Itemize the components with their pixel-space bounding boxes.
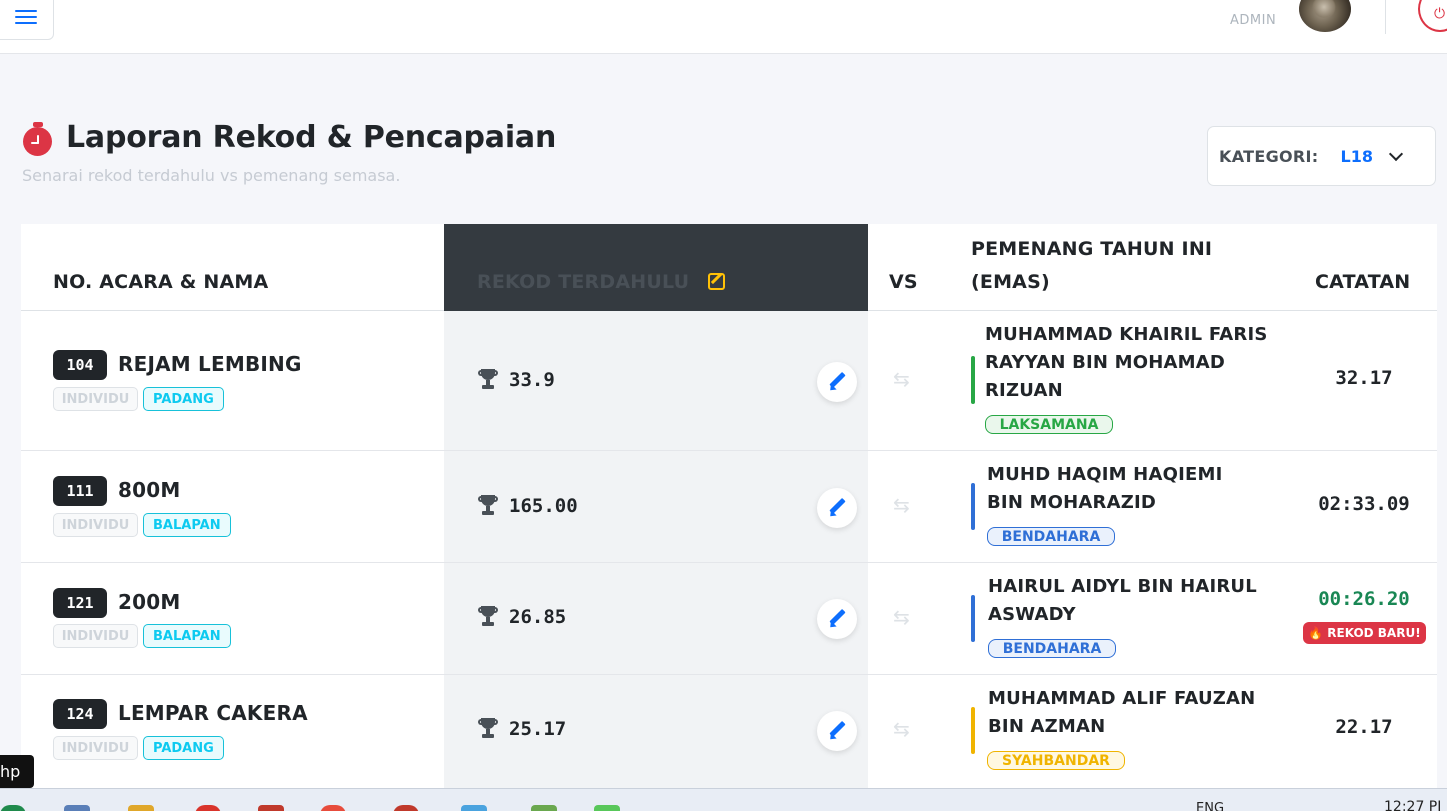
- column-header-vs: VS: [889, 271, 918, 293]
- table-row: 104 REJAM LEMBING INDIVIDU PADANG 33.9 ⇆…: [21, 311, 1437, 451]
- new-record-badge: 🔥 REKOD BARU!: [1303, 622, 1426, 644]
- exchange-icon: ⇆: [893, 605, 910, 629]
- edit-record-button[interactable]: [817, 599, 857, 639]
- edit-record-button[interactable]: [817, 362, 857, 402]
- team-color-bar: [971, 595, 975, 642]
- power-icon: ⏻: [1434, 6, 1446, 22]
- column-header-note: CATATAN: [1315, 271, 1411, 293]
- table-header: NO. ACARA & NAMA REKOD TERDAHULU VS PEME…: [21, 224, 1437, 311]
- edit-record-button[interactable]: [817, 488, 857, 528]
- edit-record-button[interactable]: [817, 711, 857, 751]
- team-badge: SYAHBANDAR: [987, 751, 1125, 770]
- page-heading: Laporan Rekod & Pencapaian: [66, 120, 557, 155]
- previous-record-value: 33.9: [509, 369, 555, 391]
- winner-name: MUHAMMAD ALIF FAUZAN BIN AZMAN: [988, 688, 1256, 737]
- category-badge: PADANG: [143, 387, 224, 411]
- clock[interactable]: 12:27 PI: [1384, 799, 1441, 811]
- record-cell: [444, 563, 868, 674]
- app-icon[interactable]: [594, 805, 620, 811]
- event-number-badge: 111: [53, 476, 107, 506]
- language-indicator[interactable]: ENG: [1196, 801, 1224, 811]
- type-badge: INDIVIDU: [53, 736, 138, 760]
- trophy-icon: [478, 606, 498, 628]
- team-badge: BENDAHARA: [988, 639, 1116, 658]
- app-icon[interactable]: [195, 805, 221, 811]
- winner-result: 00:26.20: [1318, 588, 1410, 610]
- records-table: NO. ACARA & NAMA REKOD TERDAHULU VS PEME…: [21, 224, 1437, 811]
- winner-result: 02:33.09: [1318, 493, 1410, 515]
- navbar-divider: [1385, 0, 1386, 34]
- type-badge: INDIVIDU: [53, 624, 138, 648]
- team-color-bar: [971, 483, 975, 530]
- app-icon[interactable]: [64, 805, 90, 811]
- column-header-event: NO. ACARA & NAMA: [53, 271, 269, 293]
- column-header-record-label: REKOD TERDAHULU: [477, 271, 690, 293]
- record-cell: [444, 311, 868, 450]
- trophy-icon: [478, 718, 498, 740]
- team-color-bar: [971, 707, 975, 754]
- browser-icon[interactable]: [320, 805, 346, 811]
- team-color-bar: [971, 356, 975, 404]
- table-row: 121 200M INDIVIDU BALAPAN 26.85 ⇆ HAIRUL…: [21, 563, 1437, 675]
- team-badge: LAKSAMANA: [985, 415, 1113, 434]
- previous-record-value: 165.00: [509, 495, 578, 517]
- kategori-select[interactable]: KATEGORI: L18: [1207, 126, 1436, 186]
- tooltip: hp: [0, 755, 34, 788]
- edit-records-icon[interactable]: [708, 273, 725, 290]
- chevron-down-icon: [1388, 146, 1404, 161]
- event-name: 200M: [118, 590, 181, 614]
- record-cell: [444, 451, 868, 562]
- avatar[interactable]: [1299, 0, 1351, 32]
- table-row: 111 800M INDIVIDU BALAPAN 165.00 ⇆ MUHD …: [21, 451, 1437, 563]
- os-taskbar: ENG 12:27 PI: [0, 788, 1447, 811]
- app-icon[interactable]: [258, 805, 284, 811]
- folder-icon[interactable]: [128, 805, 154, 811]
- winner-name: HAIRUL AIDYL BIN HAIRUL ASWADY: [988, 576, 1257, 625]
- type-badge: INDIVIDU: [53, 387, 138, 411]
- event-name: LEMPAR CAKERA: [118, 701, 308, 725]
- event-number-badge: 124: [53, 699, 107, 729]
- column-header-record: REKOD TERDAHULU: [444, 224, 868, 311]
- hamburger-icon: [15, 10, 39, 24]
- page-subtitle: Senarai rekod terdahulu vs pemenang sema…: [22, 166, 401, 185]
- column-header-winner-sub: (EMAS): [971, 271, 1050, 293]
- kategori-value: L18: [1340, 146, 1373, 166]
- event-name: 800M: [118, 478, 181, 502]
- previous-record-value: 25.17: [509, 718, 567, 740]
- trophy-icon: [478, 495, 498, 517]
- winner-result: 32.17: [1335, 367, 1393, 389]
- app-icon[interactable]: [531, 805, 557, 811]
- top-navbar: ADMIN ⏻: [0, 0, 1447, 54]
- app-icon[interactable]: [0, 805, 26, 811]
- tooltip-text: hp: [0, 762, 21, 781]
- category-badge: BALAPAN: [143, 513, 231, 537]
- exchange-icon: ⇆: [893, 367, 910, 391]
- winner-name: MUHD HAQIM HAQIEMI BIN MOHARAZID: [987, 464, 1223, 513]
- previous-record-value: 26.85: [509, 606, 567, 628]
- trophy-icon: [478, 369, 498, 391]
- stopwatch-icon: [22, 121, 54, 156]
- column-header-winner: PEMENANG TAHUN INI: [971, 238, 1213, 260]
- event-name: REJAM LEMBING: [118, 352, 302, 376]
- winner-name: MUHAMMAD KHAIRIL FARIS RAYYAN BIN MOHAMA…: [985, 324, 1268, 401]
- fire-icon: 🔥: [1308, 626, 1324, 640]
- kategori-label: KATEGORI:: [1219, 146, 1319, 166]
- page-title: Laporan Rekod & Pencapaian: [22, 120, 557, 156]
- event-number-badge: 121: [53, 588, 107, 618]
- new-record-label: REKOD BARU!: [1327, 626, 1421, 640]
- app-icon[interactable]: [393, 805, 419, 811]
- category-badge: PADANG: [143, 736, 224, 760]
- logout-button[interactable]: ⏻: [1418, 0, 1447, 32]
- exchange-icon: ⇆: [893, 717, 910, 741]
- user-role-label: ADMIN: [1230, 13, 1277, 28]
- type-badge: INDIVIDU: [53, 513, 138, 537]
- exchange-icon: ⇆: [893, 493, 910, 517]
- menu-toggle-button[interactable]: [0, 0, 54, 40]
- event-number-badge: 104: [53, 350, 107, 380]
- app-icon[interactable]: [461, 805, 487, 811]
- winner-result: 22.17: [1335, 716, 1393, 738]
- category-badge: BALAPAN: [143, 624, 231, 648]
- team-badge: BENDAHARA: [987, 527, 1115, 546]
